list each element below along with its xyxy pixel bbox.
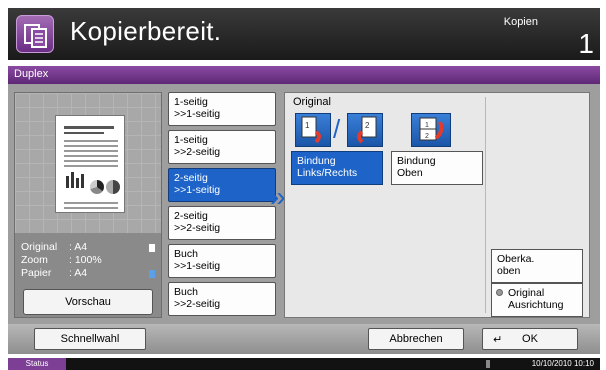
- paper-tray-icon: [149, 270, 155, 278]
- copies-label: Kopien: [503, 16, 538, 28]
- header-bar: Kopierbereit. Kopien 1: [8, 8, 600, 60]
- original-settings-panel: Original 1 / 2 1 2 Bindung Links/Rechts …: [284, 92, 590, 318]
- svg-text:2: 2: [365, 121, 370, 130]
- panel-divider: [485, 97, 486, 313]
- svg-text:1: 1: [425, 122, 429, 129]
- mode-book-to1-button[interactable]: Buch >>1-seitig: [168, 244, 276, 278]
- ok-button[interactable]: ↵ OK: [482, 328, 578, 350]
- binding-left-icon: 1: [295, 113, 331, 147]
- copy-app-icon: [16, 15, 54, 53]
- mode-1to1-button[interactable]: 1-seitig >>1-seitig: [168, 92, 276, 126]
- quick-setup-button[interactable]: Schnellwahl: [34, 328, 146, 350]
- status-bar: Status 10/10/2010 10:10: [8, 358, 600, 370]
- document-preview-thumbnail: [55, 115, 125, 213]
- binding-left-right-button[interactable]: Bindung Links/Rechts: [291, 151, 383, 185]
- page-title: Kopierbereit.: [70, 16, 222, 46]
- top-edge-button[interactable]: Oberka. oben: [491, 249, 583, 283]
- bottom-action-bar: Schnellwahl Abbrechen ↵ OK: [8, 324, 600, 354]
- info-original: Original: A4: [21, 241, 88, 253]
- binding-top-button[interactable]: Bindung Oben: [391, 151, 483, 185]
- info-zoom: Zoom: 100%: [21, 254, 102, 266]
- function-title-bar: Duplex: [8, 66, 600, 84]
- info-paper: Papier: A4: [21, 267, 88, 279]
- original-orientation-button[interactable]: Original Ausrichtung: [491, 283, 583, 317]
- function-title: Duplex: [14, 68, 49, 80]
- status-button[interactable]: Status: [8, 358, 66, 370]
- svg-text:2: 2: [425, 133, 429, 140]
- main-panel: Original: A4 Zoom: 100% Papier: A4 Vorsc…: [8, 84, 600, 324]
- cancel-button[interactable]: Abbrechen: [368, 328, 464, 350]
- radio-icon: [496, 289, 503, 296]
- binding-top-icon: 1 2: [411, 113, 451, 147]
- copies-count: 1: [578, 28, 594, 59]
- status-indicator-icon: [486, 360, 490, 368]
- enter-icon: ↵: [493, 333, 503, 346]
- mode-1to2-button[interactable]: 1-seitig >>2-seitig: [168, 130, 276, 164]
- preview-grid: [15, 93, 161, 233]
- date-time: 10/10/2010 10:10: [531, 359, 594, 368]
- mode-2to2-button[interactable]: 2-seitig >>2-seitig: [168, 206, 276, 240]
- slash-separator: /: [333, 114, 341, 144]
- preview-panel: Original: A4 Zoom: 100% Papier: A4 Vorsc…: [14, 92, 162, 318]
- binding-right-icon: 2: [347, 113, 383, 147]
- original-label: Original: [293, 96, 331, 108]
- screen: Kopierbereit. Kopien 1 Duplex Original:…: [0, 0, 606, 370]
- mode-book-to2-button[interactable]: Buch >>2-seitig: [168, 282, 276, 316]
- preview-button[interactable]: Vorschau: [23, 289, 153, 315]
- svg-text:1: 1: [305, 121, 310, 130]
- paper-icon: [149, 244, 155, 252]
- mode-2to1-button[interactable]: 2-seitig >>1-seitig: [168, 168, 276, 202]
